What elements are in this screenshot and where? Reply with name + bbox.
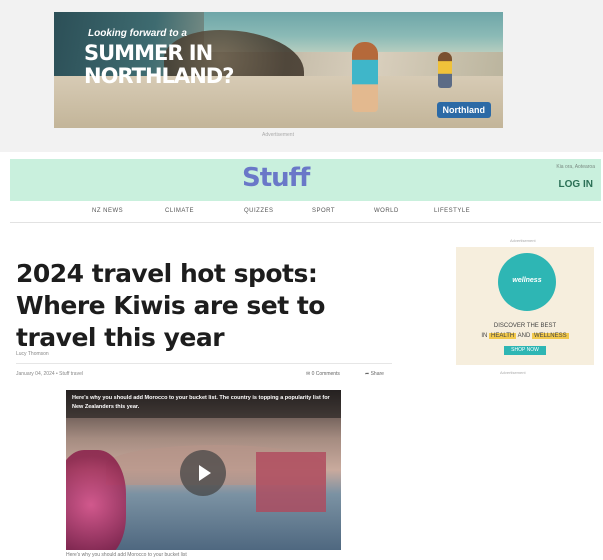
play-button[interactable] [180, 450, 226, 496]
ad-tagline: DISCOVER THE BEST [493, 323, 557, 329]
video-player[interactable]: Here's why you should add Morocco to you… [66, 390, 341, 550]
share-label: Share [370, 371, 384, 377]
ad-text: AND [517, 333, 531, 339]
masthead: Stuff Kia ora, Aotearoa LOG IN [10, 159, 601, 201]
northland-ad-banner[interactable]: Looking forward to a SUMMER IN NORTHLAND… [54, 12, 503, 128]
video-caption-bar: Here's why you should add Morocco to you… [66, 390, 341, 418]
article-headline: 2024 travel hot spots: Where Kiwis are s… [16, 259, 325, 352]
nav-item-sport[interactable]: SPORT [312, 208, 335, 214]
ad-child-figure [438, 52, 452, 88]
login-button[interactable]: LOG IN [559, 179, 593, 190]
comments-link[interactable]: ✉ 0 Comments [306, 371, 340, 377]
nav-item-world[interactable]: WORLD [374, 208, 399, 214]
ad-highlight: WELLNESS [531, 333, 569, 339]
main-nav: NZ NEWS CLIMATE QUIZZES SPORT WORLD LIFE… [10, 201, 601, 223]
comments-count: 0 Comments [311, 371, 340, 377]
nav-item-nz-news[interactable]: NZ NEWS [92, 208, 123, 214]
nav-item-quizzes[interactable]: QUIZZES [244, 208, 274, 214]
ad-tagline-highlight: IN HEALTH AND WELLNESS [456, 333, 594, 339]
wellness-ad[interactable]: wellness DISCOVER THE BEST IN HEALTH AND… [456, 247, 594, 365]
video-building-graphic [256, 452, 326, 512]
ad-headline-line: NORTHLAND? [84, 64, 234, 88]
site-logo[interactable]: Stuff [242, 163, 310, 193]
side-ad-footer-label: Advertisement [500, 370, 526, 375]
video-caption: Here's why you should add Morocco to you… [72, 395, 330, 410]
ad-shop-button[interactable]: SHOP NOW [504, 346, 546, 355]
video-flower-graphic [66, 450, 126, 550]
nav-item-lifestyle[interactable]: LIFESTYLE [434, 208, 470, 214]
side-ad-label: Advertisement [510, 238, 536, 243]
ad-highlight: HEALTH [489, 333, 517, 339]
video-below-caption: Here's why you should add Morocco to you… [66, 552, 187, 558]
ad-brand-name: wellness [512, 277, 542, 284]
ad-text: IN [481, 333, 488, 339]
ad-headline: SUMMER IN NORTHLAND? [84, 42, 234, 88]
ad-headline-line: SUMMER IN [84, 41, 213, 65]
ad-label: Advertisement [262, 132, 294, 138]
article-author[interactable]: Lucy Thomson [16, 351, 49, 357]
top-ad-region: Looking forward to a SUMMER IN NORTHLAND… [0, 0, 603, 152]
meta-divider [16, 363, 392, 364]
greeting-text: Kia ora, Aotearoa [556, 164, 595, 170]
ad-brand-logo: Northland [436, 102, 491, 118]
play-icon [199, 465, 211, 481]
ad-eyebrow: Looking forward to a [88, 28, 187, 39]
share-button[interactable]: ➦ Share [365, 371, 384, 377]
ad-child-figure [352, 42, 378, 112]
article-date: January 04, 2024 • Stuff travel [16, 371, 83, 377]
nav-item-climate[interactable]: CLIMATE [165, 208, 194, 214]
